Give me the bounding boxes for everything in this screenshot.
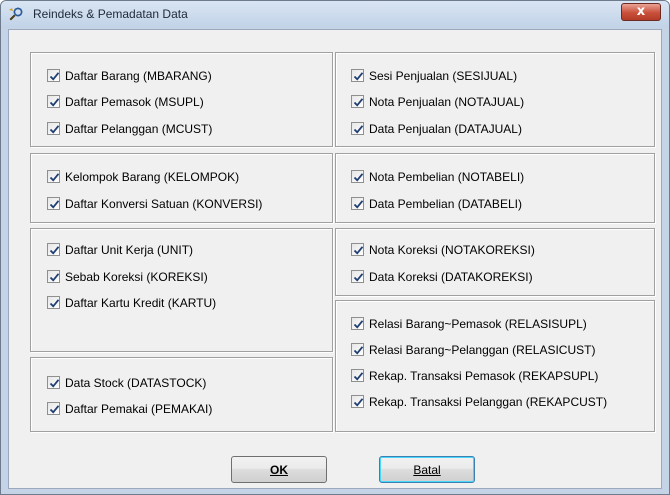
checkbox-row[interactable]: Kelompok Barang (KELOMPOK): [47, 168, 239, 185]
checkbox-label: Nota Pembelian (NOTABELI): [369, 169, 525, 184]
group-category-data: [30, 153, 333, 223]
checkmark-icon: [49, 173, 60, 182]
close-icon: x: [636, 4, 646, 19]
dialog-window: Reindeks & Pemadatan Data x Daftar Baran…: [0, 0, 670, 495]
checkmark-icon: [49, 405, 60, 414]
checkmark-icon: [49, 273, 60, 282]
checkbox-row[interactable]: Daftar Barang (MBARANG): [47, 67, 212, 84]
group-correction-data: [335, 228, 655, 296]
checkbox-label: Daftar Barang (MBARANG): [65, 68, 212, 83]
checkmark-icon: [49, 200, 60, 209]
checkbox-row[interactable]: Rekap. Transaksi Pemasok (REKAPSUPL): [351, 367, 598, 384]
checkbox[interactable]: [351, 270, 364, 283]
checkbox-row[interactable]: Nota Penjualan (NOTAJUAL): [351, 93, 524, 110]
checkbox-row[interactable]: Data Pembelian (DATABELI): [351, 195, 522, 212]
checkbox[interactable]: [351, 395, 364, 408]
cancel-button[interactable]: Batal: [379, 456, 475, 483]
checkbox-label: Daftar Konversi Satuan (KONVERSI): [65, 196, 263, 211]
checkbox-row[interactable]: Daftar Kartu Kredit (KARTU): [47, 294, 216, 311]
checkbox-row[interactable]: Relasi Barang~Pelanggan (RELASICUST): [351, 341, 595, 358]
checkbox[interactable]: [47, 69, 60, 82]
checkbox-row[interactable]: Sebab Koreksi (KOREKSI): [47, 268, 208, 285]
checkbox-row[interactable]: Rekap. Transaksi Pelanggan (REKAPCUST): [351, 393, 607, 410]
checkbox-label: Relasi Barang~Pemasok (RELASISUPL): [369, 316, 587, 331]
checkbox-row[interactable]: Daftar Pemakai (PEMAKAI): [47, 400, 212, 417]
checkbox-label: Kelompok Barang (KELOMPOK): [65, 169, 240, 184]
checkmark-icon: [353, 173, 364, 182]
checkbox-label: Daftar Pemasok (MSUPL): [65, 94, 204, 109]
checkbox-row[interactable]: Daftar Pelanggan (MCUST): [47, 120, 212, 137]
checkbox-row[interactable]: Data Penjualan (DATAJUAL): [351, 120, 522, 137]
checkbox[interactable]: [351, 369, 364, 382]
checkmark-icon: [353, 398, 364, 407]
checkbox[interactable]: [351, 122, 364, 135]
checkbox-row[interactable]: Relasi Barang~Pemasok (RELASISUPL): [351, 315, 587, 332]
checkmark-icon: [49, 125, 60, 134]
checkmark-icon: [353, 200, 364, 209]
checkmark-icon: [353, 372, 364, 381]
checkbox-label: Daftar Pelanggan (MCUST): [65, 121, 213, 136]
checkbox-label: Daftar Unit Kerja (UNIT): [65, 242, 194, 257]
checkbox-row[interactable]: Data Koreksi (DATAKOREKSI): [351, 268, 533, 285]
checkmark-icon: [353, 125, 364, 134]
checkbox-row[interactable]: Sesi Penjualan (SESIJUAL): [351, 67, 517, 84]
checkbox-label: Rekap. Transaksi Pemasok (REKAPSUPL): [369, 368, 599, 383]
checkbox-label: Data Koreksi (DATAKOREKSI): [369, 269, 533, 284]
checkbox[interactable]: [351, 170, 364, 183]
app-icon: [9, 7, 23, 21]
checkbox[interactable]: [351, 197, 364, 210]
checkbox-label: Daftar Kartu Kredit (KARTU): [65, 295, 217, 310]
checkmark-icon: [353, 246, 364, 255]
checkmark-icon: [49, 72, 60, 81]
checkbox-label: Sesi Penjualan (SESIJUAL): [369, 68, 518, 83]
checkmark-icon: [353, 273, 364, 282]
checkbox-label: Nota Koreksi (NOTAKOREKSI): [369, 242, 535, 257]
checkbox-label: Daftar Pemakai (PEMAKAI): [65, 401, 213, 416]
title-bar[interactable]: Reindeks & Pemadatan Data x: [1, 1, 669, 27]
checkbox[interactable]: [47, 95, 60, 108]
cancel-button-label: Batal: [413, 462, 441, 477]
ok-button-label: OK: [270, 462, 288, 477]
checkbox[interactable]: [351, 317, 364, 330]
checkbox-label: Sebab Koreksi (KOREKSI): [65, 269, 208, 284]
checkbox-label: Data Penjualan (DATAJUAL): [369, 121, 522, 136]
checkbox[interactable]: [47, 270, 60, 283]
group-stock-data: [30, 357, 333, 432]
checkbox[interactable]: [47, 402, 60, 415]
checkmark-icon: [49, 299, 60, 308]
close-button[interactable]: x: [621, 3, 661, 21]
checkmark-icon: [49, 98, 60, 107]
checkbox-row[interactable]: Daftar Konversi Satuan (KONVERSI): [47, 195, 262, 212]
checkmark-icon: [353, 72, 364, 81]
checkmark-icon: [353, 98, 364, 107]
group-purchase-data: [335, 153, 655, 223]
checkbox[interactable]: [351, 95, 364, 108]
checkbox[interactable]: [47, 122, 60, 135]
checkmark-icon: [49, 379, 60, 388]
checkbox-row[interactable]: Data Stock (DATASTOCK): [47, 374, 206, 391]
checkbox[interactable]: [351, 69, 364, 82]
checkbox[interactable]: [351, 243, 364, 256]
dialog-client-area: Daftar Barang (MBARANG) Daftar Pemasok (M…: [8, 29, 662, 489]
checkbox-row[interactable]: Nota Koreksi (NOTAKOREKSI): [351, 241, 535, 258]
checkbox[interactable]: [47, 243, 60, 256]
window-title: Reindeks & Pemadatan Data: [33, 7, 188, 21]
checkbox[interactable]: [47, 197, 60, 210]
checkbox-label: Data Stock (DATASTOCK): [65, 375, 207, 390]
checkbox[interactable]: [47, 296, 60, 309]
checkbox-row[interactable]: Nota Pembelian (NOTABELI): [351, 168, 524, 185]
checkbox-row[interactable]: Daftar Pemasok (MSUPL): [47, 93, 204, 110]
checkbox-label: Data Pembelian (DATABELI): [369, 196, 522, 211]
checkbox-row[interactable]: Daftar Unit Kerja (UNIT): [47, 241, 193, 258]
checkbox[interactable]: [351, 343, 364, 356]
checkmark-icon: [353, 320, 364, 329]
checkbox[interactable]: [47, 376, 60, 389]
checkbox[interactable]: [47, 170, 60, 183]
ok-button[interactable]: OK: [231, 456, 327, 483]
checkmark-icon: [353, 346, 364, 355]
checkbox-label: Nota Penjualan (NOTAJUAL): [369, 94, 525, 109]
checkmark-icon: [49, 246, 60, 255]
checkbox-label: Rekap. Transaksi Pelanggan (REKAPCUST): [369, 394, 608, 409]
checkbox-label: Relasi Barang~Pelanggan (RELASICUST): [369, 342, 596, 357]
